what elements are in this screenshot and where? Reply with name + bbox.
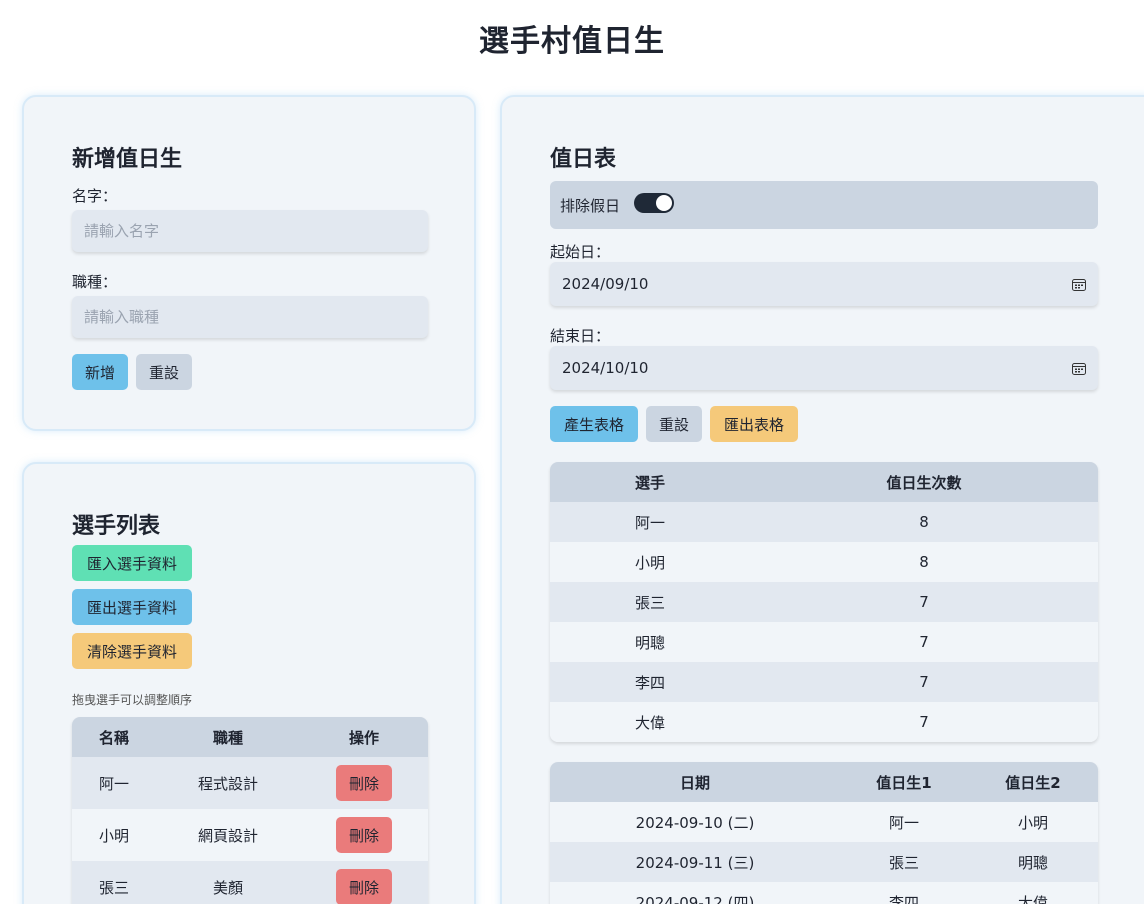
table-row[interactable]: 張三 美顏 刪除 bbox=[72, 861, 428, 904]
count-table-body: 阿一 8 小明 8 張三 7 明聰 7 李四 7 大偉 7 bbox=[550, 502, 1098, 742]
duty-person-1: 阿一 bbox=[888, 813, 919, 832]
page-title: 選手村值日生 bbox=[479, 24, 665, 59]
count-value: 8 bbox=[919, 513, 929, 531]
col-player: 選手 bbox=[634, 473, 665, 492]
role-label: 職種： bbox=[72, 273, 118, 291]
player-name: 張三 bbox=[98, 878, 129, 897]
duty-person-1: 張三 bbox=[888, 853, 919, 872]
count-player: 小明 bbox=[634, 553, 665, 572]
add-panel-title: 新增值日生 bbox=[72, 147, 183, 172]
player-name: 小明 bbox=[98, 826, 129, 845]
count-value: 7 bbox=[919, 633, 929, 651]
col-duty1: 值日生1 bbox=[876, 773, 932, 792]
exclude-holidays-toggle[interactable] bbox=[634, 193, 674, 213]
reset-schedule-button[interactable]: 重設 bbox=[646, 406, 702, 442]
table-row: 小明 8 bbox=[550, 542, 1098, 582]
count-value: 7 bbox=[919, 713, 929, 731]
table-row: 阿一 8 bbox=[550, 502, 1098, 542]
players-table-body: 阿一 程式設計 刪除 小明 網頁設計 刪除 張三 美顏 刪除 bbox=[72, 757, 428, 904]
col-count: 值日生次數 bbox=[886, 473, 962, 492]
col-duty2: 值日生2 bbox=[1005, 773, 1061, 792]
exclude-holidays-label: 排除假日 bbox=[560, 197, 621, 215]
player-role: 網頁設計 bbox=[197, 826, 258, 845]
count-player: 大偉 bbox=[634, 713, 665, 732]
import-players-button[interactable]: 匯入選手資料 bbox=[72, 545, 192, 581]
end-date-input[interactable]: 2024/10/10 bbox=[550, 346, 1098, 390]
count-value: 7 bbox=[919, 593, 929, 611]
duty-date: 2024-09-12 (四) bbox=[635, 893, 755, 904]
role-input[interactable] bbox=[72, 296, 428, 338]
count-player: 明聰 bbox=[634, 633, 665, 652]
schedule-panel-title: 值日表 bbox=[550, 147, 617, 172]
delete-button[interactable]: 刪除 bbox=[336, 869, 392, 904]
col-action: 操作 bbox=[348, 728, 379, 747]
start-date-label: 起始日： bbox=[550, 243, 611, 261]
name-label: 名字： bbox=[72, 187, 118, 205]
export-players-button[interactable]: 匯出選手資料 bbox=[72, 589, 192, 625]
schedule-card: 值日表 排除假日 起始日： 2024/09/10 結束日： 2024/10/10… bbox=[500, 95, 1144, 904]
count-player: 阿一 bbox=[634, 513, 665, 532]
duty-table-body: 2024-09-10 (二) 阿一 小明 2024-09-11 (三) 張三 明… bbox=[550, 802, 1098, 904]
export-table-button[interactable]: 匯出表格 bbox=[710, 406, 798, 442]
table-row: 李四 7 bbox=[550, 662, 1098, 702]
name-input[interactable] bbox=[72, 210, 428, 252]
add-player-card: 新增值日生 名字： 職種： 新增 重設 bbox=[22, 95, 476, 431]
start-date-value: 2024/09/10 bbox=[562, 275, 649, 293]
table-row: 明聰 7 bbox=[550, 622, 1098, 662]
duty-date: 2024-09-11 (三) bbox=[635, 853, 755, 872]
player-role: 程式設計 bbox=[197, 774, 258, 793]
table-row[interactable]: 小明 網頁設計 刪除 bbox=[72, 809, 428, 861]
players-table: 名稱 職種 操作 阿一 程式設計 刪除 小明 網頁設計 刪除 張三 美顏 刪除 bbox=[72, 717, 428, 904]
count-value: 8 bbox=[919, 553, 929, 571]
delete-button[interactable]: 刪除 bbox=[336, 765, 392, 801]
duty-person-2: 明聰 bbox=[1017, 853, 1048, 872]
count-value: 7 bbox=[919, 673, 929, 691]
player-name: 阿一 bbox=[98, 774, 129, 793]
toggle-knob bbox=[656, 195, 672, 211]
start-date-input[interactable]: 2024/09/10 bbox=[550, 262, 1098, 306]
duty-table-header: 日期 值日生1 值日生2 bbox=[550, 762, 1098, 802]
duty-count-table: 選手 值日生次數 阿一 8 小明 8 張三 7 明聰 7 李四 7 大偉 7 bbox=[550, 462, 1098, 742]
col-role: 職種 bbox=[212, 728, 243, 747]
duty-person-1: 李四 bbox=[888, 893, 919, 904]
calendar-icon[interactable] bbox=[1072, 362, 1086, 375]
players-table-header: 名稱 職種 操作 bbox=[72, 717, 428, 757]
players-panel-title: 選手列表 bbox=[72, 514, 161, 539]
reset-add-button[interactable]: 重設 bbox=[136, 354, 192, 390]
duty-person-2: 小明 bbox=[1017, 813, 1048, 832]
count-player: 李四 bbox=[634, 673, 665, 692]
exclude-holidays-bar: 排除假日 bbox=[550, 181, 1098, 229]
count-table-header: 選手 值日生次數 bbox=[550, 462, 1098, 502]
count-player: 張三 bbox=[634, 593, 665, 612]
duty-person-2: 大偉 bbox=[1017, 893, 1048, 904]
table-row[interactable]: 阿一 程式設計 刪除 bbox=[72, 757, 428, 809]
add-button[interactable]: 新增 bbox=[72, 354, 128, 390]
players-list-card: 選手列表 匯入選手資料 匯出選手資料 清除選手資料 拖曳選手可以調整順序 名稱 … bbox=[22, 462, 476, 904]
table-row: 2024-09-11 (三) 張三 明聰 bbox=[550, 842, 1098, 882]
col-date: 日期 bbox=[679, 773, 710, 792]
col-name: 名稱 bbox=[98, 728, 129, 747]
table-row: 2024-09-10 (二) 阿一 小明 bbox=[550, 802, 1098, 842]
end-date-value: 2024/10/10 bbox=[562, 359, 649, 377]
drag-hint: 拖曳選手可以調整順序 bbox=[72, 693, 193, 707]
calendar-icon[interactable] bbox=[1072, 278, 1086, 291]
table-row: 2024-09-12 (四) 李四 大偉 bbox=[550, 882, 1098, 904]
player-role: 美顏 bbox=[212, 878, 243, 897]
clear-players-button[interactable]: 清除選手資料 bbox=[72, 633, 192, 669]
delete-button[interactable]: 刪除 bbox=[336, 817, 392, 853]
duty-schedule-table: 日期 值日生1 值日生2 2024-09-10 (二) 阿一 小明 2024-0… bbox=[550, 762, 1098, 904]
generate-table-button[interactable]: 產生表格 bbox=[550, 406, 638, 442]
end-date-label: 結束日： bbox=[550, 327, 611, 345]
table-row: 大偉 7 bbox=[550, 702, 1098, 742]
table-row: 張三 7 bbox=[550, 582, 1098, 622]
duty-date: 2024-09-10 (二) bbox=[635, 813, 755, 832]
